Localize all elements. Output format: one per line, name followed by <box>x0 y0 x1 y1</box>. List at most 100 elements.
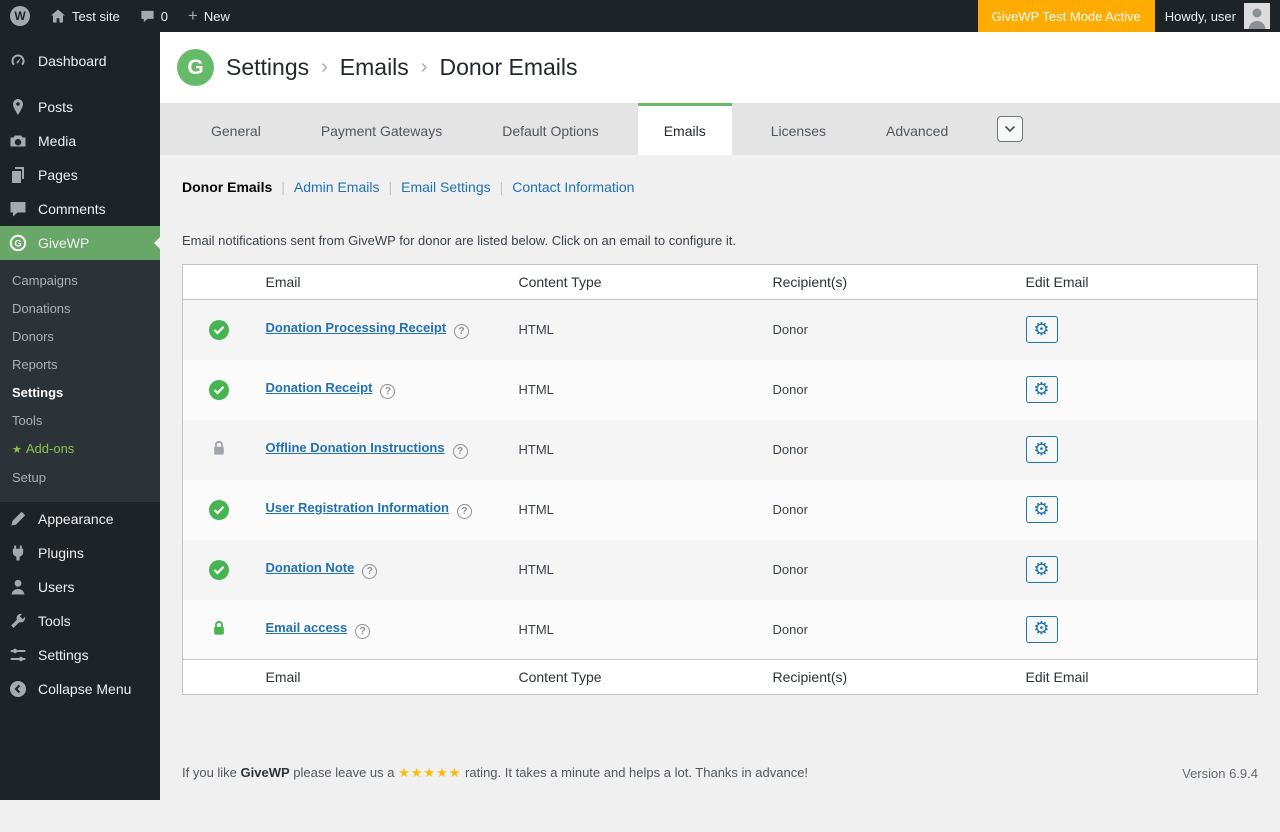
svg-text:G: G <box>14 238 21 248</box>
comments-icon <box>8 199 28 219</box>
recipient-value: Donor <box>763 540 1016 600</box>
sidebar-item-plugins[interactable]: Plugins <box>0 536 160 570</box>
edit-email-button[interactable]: ⚙ <box>1026 496 1058 523</box>
subnav-donor-emails[interactable]: Donor Emails <box>182 179 272 195</box>
comments-link[interactable]: 0 <box>130 0 178 32</box>
email-config-link[interactable]: Email access <box>266 620 348 635</box>
content-type-value: HTML <box>509 600 763 660</box>
sidebar-item-appearance[interactable]: Appearance <box>0 502 160 536</box>
submenu-item-tools[interactable]: Tools <box>0 407 160 435</box>
sidebar-label: Plugins <box>38 545 84 561</box>
version-label: Version 6.9.4 <box>1182 766 1258 781</box>
column-edit-email: Edit Email <box>1016 660 1258 695</box>
avatar-person-icon <box>1244 3 1270 29</box>
rating-prefix: If you like <box>182 765 237 780</box>
sidebar-item-givewp[interactable]: G GiveWP <box>0 226 160 260</box>
submenu-item-donations[interactable]: Donations <box>0 295 160 323</box>
status-enabled-check-icon <box>209 560 229 580</box>
sidebar-item-users[interactable]: Users <box>0 570 160 604</box>
breadcrumb-settings: Settings <box>226 54 309 81</box>
subnav-admin-emails[interactable]: Admin Emails <box>294 179 380 195</box>
tab-licenses[interactable]: Licenses <box>750 103 847 155</box>
more-tabs-button[interactable] <box>997 116 1023 142</box>
tools-wrench-icon <box>8 611 28 631</box>
column-content-type: Content Type <box>509 660 763 695</box>
email-config-link[interactable]: Offline Donation Instructions <box>266 440 445 455</box>
account-menu[interactable]: Howdy, user <box>1155 0 1280 32</box>
wordpress-logo-menu[interactable]: W <box>0 0 40 32</box>
help-icon[interactable]: ? <box>457 504 472 519</box>
breadcrumb-emails: Emails <box>340 54 409 81</box>
admin-bar-left: W Test site 0 + New <box>0 0 240 32</box>
recipient-value: Donor <box>763 360 1016 420</box>
column-recipients: Recipient(s) <box>763 265 1016 300</box>
edit-email-button[interactable]: ⚙ <box>1026 556 1058 583</box>
email-config-link[interactable]: User Registration Information <box>266 500 449 515</box>
help-icon[interactable]: ? <box>380 384 395 399</box>
tab-emails[interactable]: Emails <box>638 103 732 155</box>
table-row: Donation Receipt? HTML Donor ⚙ <box>183 360 1258 420</box>
gear-icon: ⚙ <box>1033 620 1049 638</box>
chevron-right-icon: › <box>421 56 428 79</box>
tab-advanced[interactable]: Advanced <box>865 103 969 155</box>
givewp-icon: G <box>8 233 28 253</box>
sidebar-label: Appearance <box>38 511 114 527</box>
column-content-type: Content Type <box>509 265 763 300</box>
howdy-label: Howdy, user <box>1165 9 1236 24</box>
sidebar-item-settings[interactable]: Settings <box>0 638 160 672</box>
sidebar-item-pages[interactable]: Pages <box>0 158 160 192</box>
sidebar-label: Comments <box>38 201 106 217</box>
comments-bubble-icon <box>140 9 155 24</box>
sidebar-label: Dashboard <box>38 53 107 69</box>
sidebar-item-posts[interactable]: Posts <box>0 90 160 124</box>
submenu-item-setup[interactable]: Setup <box>0 464 160 492</box>
new-content-link[interactable]: + New <box>178 0 240 32</box>
subnav-email-settings[interactable]: Email Settings <box>401 179 490 195</box>
sidebar-label: Posts <box>38 99 73 115</box>
sidebar-item-media[interactable]: Media <box>0 124 160 158</box>
sidebar-item-dashboard[interactable]: Dashboard <box>0 44 160 78</box>
recipient-value: Donor <box>763 600 1016 660</box>
content-type-value: HTML <box>509 360 763 420</box>
help-icon[interactable]: ? <box>362 564 377 579</box>
edit-email-button[interactable]: ⚙ <box>1026 436 1058 463</box>
donor-emails-table: Email Content Type Recipient(s) Edit Ema… <box>182 264 1258 695</box>
tab-general[interactable]: General <box>190 103 282 155</box>
status-locked-enabled-icon <box>212 620 226 636</box>
status-locked-icon <box>212 440 226 456</box>
email-config-link[interactable]: Donation Processing Receipt <box>266 320 447 335</box>
tab-payment-gateways[interactable]: Payment Gateways <box>300 103 463 155</box>
email-config-link[interactable]: Donation Receipt <box>266 380 373 395</box>
sidebar-item-collapse-menu[interactable]: Collapse Menu <box>0 672 160 706</box>
edit-email-button[interactable]: ⚙ <box>1026 616 1058 643</box>
table-row: User Registration Information? HTML Dono… <box>183 480 1258 540</box>
help-icon[interactable]: ? <box>355 624 370 639</box>
plugins-plug-icon <box>8 543 28 563</box>
collapse-arrow-icon <box>8 679 28 699</box>
wordpress-logo-icon: W <box>10 6 30 26</box>
home-icon <box>50 8 66 24</box>
submenu-item-settings[interactable]: Settings <box>0 379 160 407</box>
submenu-item-addons[interactable]: ★Add-ons <box>0 435 160 464</box>
table-row: Donation Note? HTML Donor ⚙ <box>183 540 1258 600</box>
help-icon[interactable]: ? <box>453 444 468 459</box>
five-star-rating-link[interactable]: ★★★★★ <box>398 766 461 781</box>
status-enabled-check-icon <box>209 320 229 340</box>
subnav-divider: | <box>500 179 504 195</box>
submenu-item-reports[interactable]: Reports <box>0 351 160 379</box>
submenu-item-donors[interactable]: Donors <box>0 323 160 351</box>
content-type-value: HTML <box>509 480 763 540</box>
submenu-item-campaigns[interactable]: Campaigns <box>0 267 160 295</box>
table-header-row: Email Content Type Recipient(s) Edit Ema… <box>183 265 1258 300</box>
tab-default-options[interactable]: Default Options <box>481 103 620 155</box>
givewp-test-mode-badge[interactable]: GiveWP Test Mode Active <box>978 0 1155 32</box>
edit-email-button[interactable]: ⚙ <box>1026 316 1058 343</box>
site-name-link[interactable]: Test site <box>40 0 130 32</box>
help-icon[interactable]: ? <box>454 324 469 339</box>
sidebar-item-comments[interactable]: Comments <box>0 192 160 226</box>
sidebar-item-tools[interactable]: Tools <box>0 604 160 638</box>
chevron-down-icon <box>1004 125 1016 133</box>
edit-email-button[interactable]: ⚙ <box>1026 376 1058 403</box>
email-config-link[interactable]: Donation Note <box>266 560 355 575</box>
subnav-contact-information[interactable]: Contact Information <box>512 179 634 195</box>
